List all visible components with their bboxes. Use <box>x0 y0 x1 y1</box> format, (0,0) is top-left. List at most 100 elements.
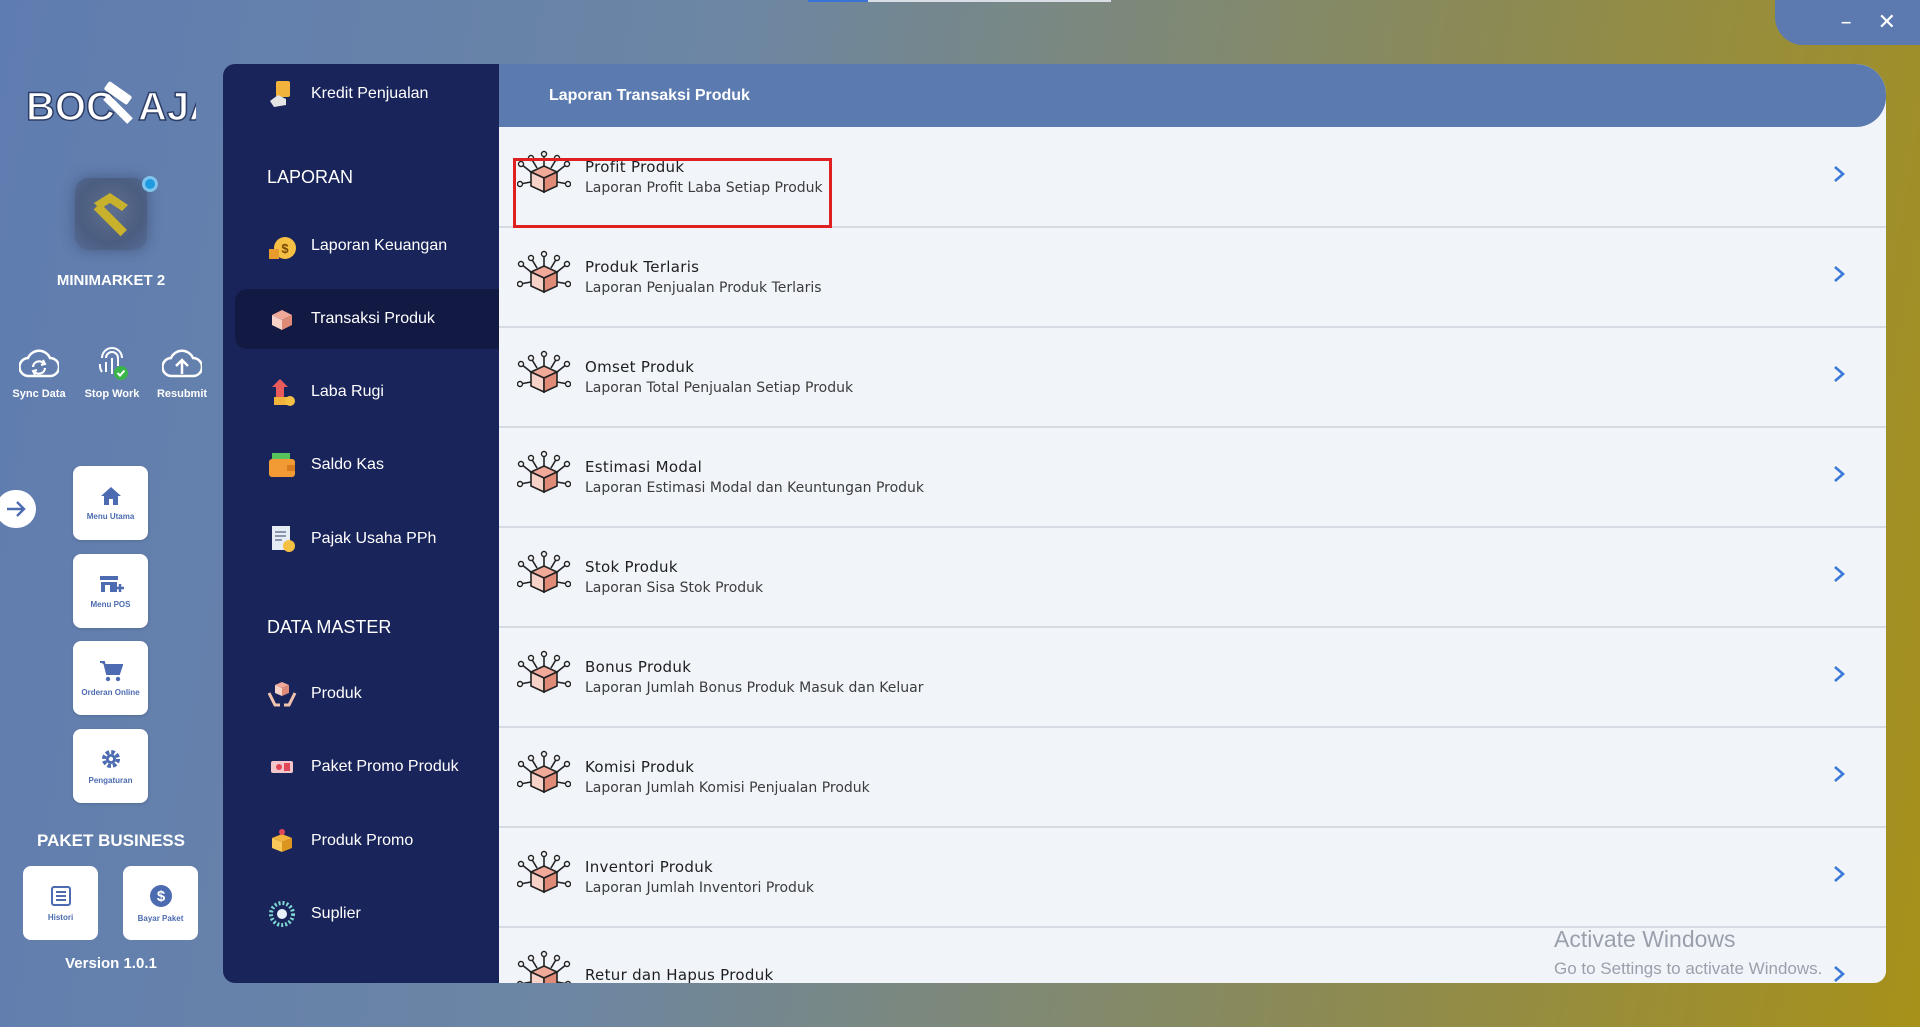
store-name: MINIMARKET 2 <box>56 272 166 289</box>
nav-item-label: Saldo Kas <box>311 456 384 473</box>
nav-item-pajak-usaha[interactable]: Pajak Usaha PPh <box>235 509 499 569</box>
product-box-icon <box>516 450 572 504</box>
online-status-dot <box>142 176 158 192</box>
nav-item-label: Produk Promo <box>311 832 414 849</box>
menu-utama-label: Menu Utama <box>86 511 135 521</box>
nav-item-transaksi-produk[interactable]: Transaksi Produk <box>235 289 499 349</box>
logo-text-right: AJA <box>138 85 196 129</box>
minimize-button[interactable]: – <box>1841 11 1852 34</box>
cloud-upload-icon <box>162 349 202 378</box>
orderan-online-tile[interactable]: Orderan Online <box>73 641 148 715</box>
arrow-right-icon <box>7 501 26 517</box>
nav-panel: Kredit Penjualan LAPORAN $ Laporan Keuan… <box>223 64 499 983</box>
report-row[interactable]: Stok Produk Laporan Sisa Stok Produk <box>499 528 1886 628</box>
report-row[interactable]: Estimasi Modal Laporan Estimasi Modal dan… <box>499 428 1886 528</box>
bayar-paket-tile[interactable]: $ Bayar Paket <box>123 866 198 940</box>
close-button[interactable]: ✕ <box>1878 11 1896 34</box>
product-box-icon <box>516 250 572 304</box>
chevron-right-icon[interactable] <box>1832 664 1846 688</box>
resubmit-button[interactable]: Resubmit <box>147 342 217 400</box>
stop-work-button[interactable]: Stop Work <box>77 342 147 400</box>
nav-item-paket-promo[interactable]: Paket Promo Produk <box>235 737 499 797</box>
money-bag-icon: $ <box>267 231 297 261</box>
report-subtitle: Laporan Sisa Stok Produk <box>585 580 764 596</box>
dollar-icon: $ <box>149 884 172 907</box>
nav-item-label: Produk <box>311 685 362 702</box>
report-row[interactable]: Produk Terlaris Laporan Penjualan Produk … <box>499 228 1886 328</box>
profit-arrow-icon <box>267 377 297 407</box>
report-row[interactable]: Profit Produk Laporan Profit Laba Setiap … <box>499 128 1886 228</box>
home-icon <box>100 486 121 505</box>
report-row[interactable]: Komisi Produk Laporan Jumlah Komisi Penju… <box>499 728 1886 828</box>
product-box-icon <box>516 650 572 704</box>
sync-data-button[interactable]: Sync Data <box>4 342 74 400</box>
section-laporan: LAPORAN <box>267 167 354 187</box>
menu-utama-tile[interactable]: Menu Utama <box>73 466 148 540</box>
report-title: Retur dan Hapus Produk <box>585 966 774 983</box>
report-title: Produk Terlaris <box>585 258 700 276</box>
credit-card-hand-icon <box>267 79 297 109</box>
page-title: Laporan Transaksi Produk <box>549 86 750 104</box>
chevron-right-icon[interactable] <box>1832 264 1846 288</box>
report-subtitle: Laporan Total Penjualan Setiap Produk <box>585 380 854 396</box>
resubmit-label: Resubmit <box>156 388 208 400</box>
nav-item-produk-promo[interactable]: Produk Promo <box>235 811 499 871</box>
report-subtitle: Laporan Jumlah Inventori Produk <box>585 880 814 896</box>
product-box-icon <box>267 304 297 334</box>
sync-cloud-icon <box>19 349 59 378</box>
nav-item-kredit-penjualan[interactable]: Kredit Penjualan <box>235 64 499 124</box>
report-text: Profit Produk Laporan Profit Laba Setiap … <box>585 158 823 196</box>
chevron-right-icon[interactable] <box>1832 964 1846 983</box>
chevron-right-icon[interactable] <box>1832 564 1846 588</box>
section-data-master: DATA MASTER <box>267 617 392 637</box>
watermark-line2: Go to Settings to activate Windows. <box>1554 959 1823 978</box>
report-row[interactable]: Bonus Produk Laporan Jumlah Bonus Produk … <box>499 628 1886 728</box>
main-content: Laporan Transaksi Produk Profit Produk La… <box>499 64 1886 983</box>
sync-data-label: Sync Data <box>12 388 66 400</box>
chevron-right-icon[interactable] <box>1832 464 1846 488</box>
watermark-line1: Activate Windows <box>1554 926 1736 952</box>
report-row[interactable]: Inventori Produk Laporan Jumlah Inventori… <box>499 828 1886 928</box>
nav-item-produk[interactable]: Produk <box>235 664 499 724</box>
report-subtitle: Laporan Estimasi Modal dan Keuntungan Pr… <box>585 480 925 496</box>
chevron-right-icon[interactable] <box>1832 364 1846 388</box>
menu-pos-tile[interactable]: Menu POS <box>73 554 148 628</box>
wallet-icon <box>267 450 297 480</box>
list-icon <box>50 885 71 906</box>
report-title: Estimasi Modal <box>585 458 703 476</box>
nav-item-label: Laporan Keuangan <box>311 237 448 254</box>
report-row[interactable]: Omset Produk Laporan Total Penjualan Seti… <box>499 328 1886 428</box>
chevron-right-icon[interactable] <box>1832 864 1846 888</box>
nav-item-saldo-kas[interactable]: Saldo Kas <box>235 435 499 495</box>
tax-document-icon <box>267 524 297 554</box>
store-avatar[interactable] <box>75 178 147 250</box>
product-box-icon <box>516 550 572 604</box>
bayar-paket-label: Bayar Paket <box>137 913 184 923</box>
nav-item-suplier[interactable]: Suplier <box>235 884 499 944</box>
nav-item-label: Paket Promo Produk <box>311 758 459 775</box>
store-add-icon <box>99 575 124 592</box>
product-box-icon <box>516 150 572 204</box>
report-text: Produk Terlaris Laporan Penjualan Produk … <box>585 258 822 296</box>
orderan-online-label: Orderan Online <box>81 687 140 697</box>
logo-text-left: BOC <box>26 85 115 129</box>
promo-box-icon <box>267 826 297 856</box>
svg-text:$: $ <box>156 888 165 905</box>
nav-item-label: Pajak Usaha PPh <box>311 530 437 547</box>
nav-item-laporan-keuangan[interactable]: $ Laporan Keuangan <box>235 216 499 276</box>
fingerprint-icon <box>98 347 128 380</box>
chevron-right-icon[interactable] <box>1832 764 1846 788</box>
report-title: Profit Produk <box>585 158 685 176</box>
pengaturan-tile[interactable]: Pengaturan <box>73 729 148 803</box>
report-title: Omset Produk <box>585 358 695 376</box>
cart-icon <box>99 660 123 681</box>
promo-ticket-icon <box>267 752 297 782</box>
nav-item-laba-rugi[interactable]: Laba Rugi <box>235 362 499 422</box>
nav-item-label: Suplier <box>311 905 361 922</box>
product-hands-icon <box>267 679 297 709</box>
sidebar-toggle-button[interactable] <box>0 490 36 528</box>
pengaturan-label: Pengaturan <box>88 775 133 785</box>
histori-tile[interactable]: Histori <box>23 866 98 940</box>
chevron-right-icon[interactable] <box>1832 164 1846 188</box>
version-label: Version 1.0.1 <box>65 955 157 972</box>
